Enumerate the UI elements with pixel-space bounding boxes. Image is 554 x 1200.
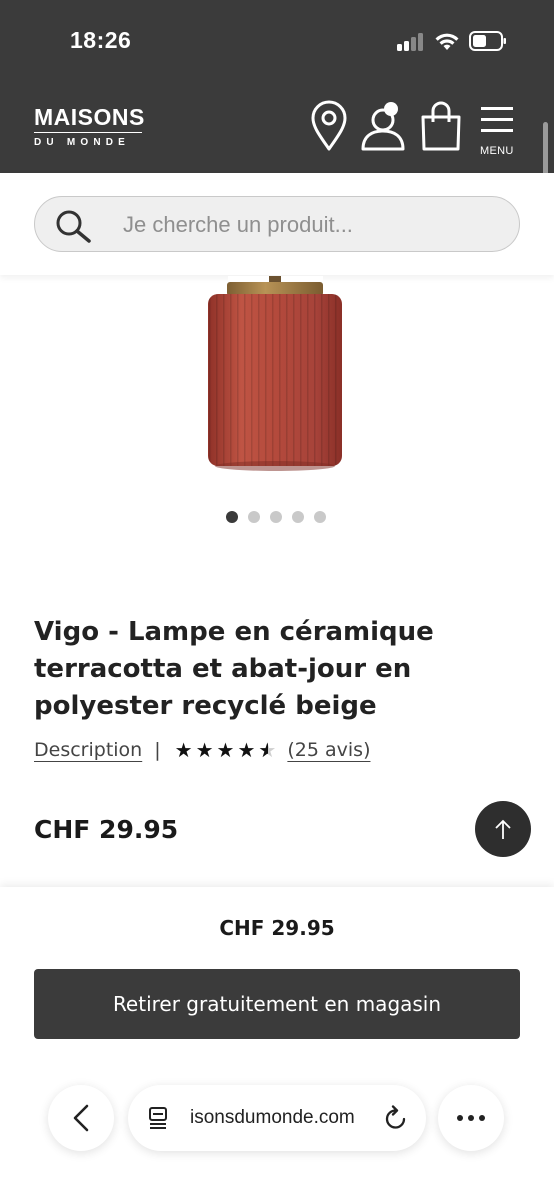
store-locator-button[interactable] <box>310 100 348 152</box>
account-button[interactable] <box>360 100 410 152</box>
logo-sub-text: DU MONDE <box>34 137 131 148</box>
location-pin-icon <box>311 100 347 151</box>
star-filled-icon: ★ <box>237 738 256 762</box>
browser-back-button[interactable] <box>48 1085 114 1151</box>
reload-icon[interactable] <box>384 1105 408 1131</box>
menu-button[interactable] <box>480 106 514 136</box>
browser-address-bar[interactable]: isonsdumonde.com <box>128 1085 426 1151</box>
store-pickup-button[interactable]: Retirer gratuitement en magasin <box>34 969 520 1039</box>
arrow-up-icon <box>495 819 511 839</box>
meta-separator: | <box>154 739 161 761</box>
carousel-dot[interactable] <box>248 511 260 523</box>
carousel-pagination <box>226 511 326 523</box>
maisons-du-monde-logo[interactable]: MAISONS DU MONDE <box>34 105 145 148</box>
hamburger-menu-icon <box>481 107 513 132</box>
carousel-dot[interactable] <box>226 511 238 523</box>
star-filled-icon: ★ <box>174 738 193 762</box>
star-half-icon: ★ ★ <box>258 738 277 762</box>
search-bar <box>0 173 554 275</box>
status-time: 18:26 <box>70 27 132 53</box>
search-input[interactable] <box>123 211 503 239</box>
rating-stars[interactable]: ★ ★ ★ ★ ★ ★ <box>175 740 278 760</box>
reviews-link[interactable]: (25 avis) <box>287 739 370 761</box>
menu-label[interactable]: MENU <box>480 145 514 157</box>
product-image[interactable] <box>190 276 360 476</box>
sticky-purchase-bar: CHF 29.95 Retirer gratuitement en magasi… <box>0 887 554 1200</box>
cart-button[interactable] <box>420 100 462 152</box>
product-price: CHF 29.95 <box>34 815 179 844</box>
user-account-icon <box>361 102 405 151</box>
search-box[interactable] <box>34 196 520 252</box>
description-link[interactable]: Description <box>34 739 142 761</box>
product-title: Vigo - Lampe en céramique terracotta et … <box>34 617 434 721</box>
carousel-dot[interactable] <box>270 511 282 523</box>
search-icon[interactable] <box>55 209 93 243</box>
carousel-dot[interactable] <box>314 511 326 523</box>
chevron-left-icon <box>73 1104 89 1132</box>
wifi-icon <box>435 33 459 50</box>
logo-main-text: MAISONS <box>34 104 145 130</box>
carousel-dot[interactable] <box>292 511 304 523</box>
battery-icon <box>469 31 506 51</box>
shopping-bag-icon <box>421 101 461 151</box>
star-filled-icon: ★ <box>195 738 214 762</box>
browser-url[interactable]: isonsdumonde.com <box>190 1107 355 1129</box>
sticky-price: CHF 29.95 <box>219 916 335 940</box>
browser-more-button[interactable] <box>438 1085 504 1151</box>
reader-tabs-icon <box>149 1107 167 1129</box>
product-meta: Description | ★ ★ ★ ★ ★ ★ (25 avis) <box>34 737 370 763</box>
cellular-signal-icon <box>397 33 425 51</box>
logo-divider <box>34 132 142 133</box>
site-header: 18:26 MAISONS DU MONDE MENU <box>0 0 554 173</box>
more-options-icon <box>457 1115 485 1121</box>
scroll-to-top-button[interactable] <box>475 801 531 857</box>
star-filled-icon: ★ <box>216 738 235 762</box>
